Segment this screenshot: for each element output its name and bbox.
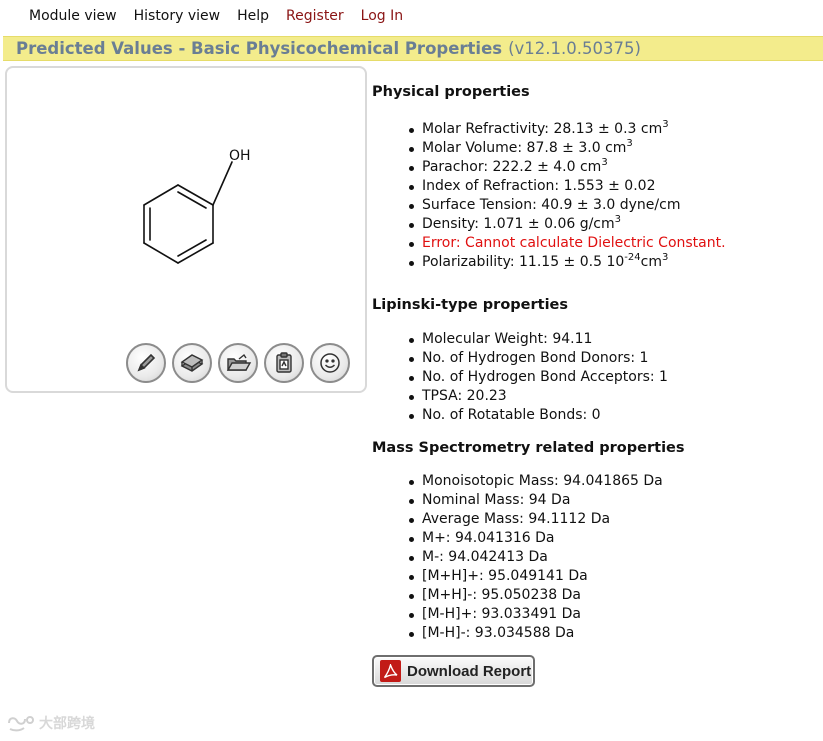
library-button[interactable] xyxy=(172,343,212,383)
download-report-label: Download Report xyxy=(407,662,532,680)
property-item: No. of Rotatable Bonds: 0 xyxy=(372,406,817,425)
nav-log-in[interactable]: Log In xyxy=(361,8,403,24)
property-item: Molecular Weight: 94.11 xyxy=(372,330,817,349)
section-title-lipinski: Lipinski-type properties xyxy=(372,297,569,313)
watermark-text: 大部跨境 xyxy=(39,716,95,732)
open-file-button[interactable] xyxy=(218,343,258,383)
property-text: Molar Refractivity: 28.13 ± 0.3 cm xyxy=(422,121,663,137)
page-title: Predicted Values - Basic Physicochemical… xyxy=(16,39,503,58)
property-item: Average Mass: 94.1112 Da xyxy=(372,510,817,529)
property-item: TPSA: 20.23 xyxy=(372,387,817,406)
edit-structure-button[interactable] xyxy=(126,343,166,383)
property-item: [M-H]-: 93.034588 Da xyxy=(372,624,817,643)
open-folder-icon xyxy=(226,353,252,371)
physical-properties-list: Molar Refractivity: 28.13 ± 0.3 cm3 Molar… xyxy=(372,120,817,272)
property-item: [M-H]+: 93.033491 Da xyxy=(372,605,817,624)
structure-toolbar xyxy=(126,343,350,383)
property-superscript: 3 xyxy=(601,157,608,168)
property-item: Density: 1.071 ± 0.06 g/cm3 xyxy=(372,215,817,234)
property-superscript: 3 xyxy=(626,138,633,149)
paste-structure-button[interactable] xyxy=(264,343,304,383)
property-item: Index of Refraction: 1.553 ± 0.02 xyxy=(372,177,817,196)
oh-label: OH xyxy=(229,148,251,164)
property-text: Parachor: 222.2 ± 4.0 cm xyxy=(422,159,602,175)
property-text: Polarizability: 11.15 ± 0.5 10 xyxy=(422,254,625,270)
download-report-button[interactable]: Download Report xyxy=(372,655,535,687)
property-item: Nominal Mass: 94 Da xyxy=(372,491,817,510)
feedback-button[interactable] xyxy=(310,343,350,383)
property-text: Density: 1.071 ± 0.06 g/cm xyxy=(422,216,615,232)
clipboard-icon xyxy=(276,352,292,373)
pencil-icon xyxy=(137,353,156,372)
nav-register[interactable]: Register xyxy=(286,8,344,24)
property-item: Molar Volume: 87.8 ± 3.0 cm3 xyxy=(372,139,817,158)
section-title-mass: Mass Spectrometry related properties xyxy=(372,440,685,456)
property-item: [M+H]-: 95.050238 Da xyxy=(372,586,817,605)
property-item: Surface Tension: 40.9 ± 3.0 dyne/cm xyxy=(372,196,817,215)
property-item: Parachor: 222.2 ± 4.0 cm3 xyxy=(372,158,817,177)
pdf-icon xyxy=(380,660,401,682)
nav-help[interactable]: Help xyxy=(237,8,269,24)
property-superscript: -24 xyxy=(624,252,641,263)
property-item: Molar Refractivity: 28.13 ± 0.3 cm3 xyxy=(372,120,817,139)
version-label: (v12.1.0.50375) xyxy=(508,39,641,58)
property-item: No. of Hydrogen Bond Acceptors: 1 xyxy=(372,368,817,387)
property-text: Surface Tension: 40.9 ± 3.0 dyne/cm xyxy=(422,197,681,213)
property-item: M-: 94.042413 Da xyxy=(372,548,817,567)
property-superscript: 3 xyxy=(662,119,669,130)
property-item: Polarizability: 11.15 ± 0.5 10-24cm3 xyxy=(372,253,817,272)
lipinski-properties-list: Molecular Weight: 94.11 No. of Hydrogen B… xyxy=(372,330,817,425)
structure-panel: OH xyxy=(5,66,367,393)
property-item: M+: 94.041316 Da xyxy=(372,529,817,548)
property-text: Error: Cannot calculate Dielectric Const… xyxy=(422,235,726,251)
property-text: Index of Refraction: 1.553 ± 0.02 xyxy=(422,178,656,194)
property-unit-superscript: 3 xyxy=(661,252,669,263)
section-title-physical: Physical properties xyxy=(372,84,530,100)
nav-module-view[interactable]: Module view xyxy=(29,8,117,24)
page-title-bar: Predicted Values - Basic Physicochemical… xyxy=(3,36,823,61)
top-nav: Module view History view Help Register L… xyxy=(0,0,823,32)
watermark: 大部跨境 xyxy=(6,713,95,733)
property-item: Error: Cannot calculate Dielectric Const… xyxy=(372,234,817,253)
property-item: Monoisotopic Mass: 94.041865 Da xyxy=(372,472,817,491)
mass-properties-list: Monoisotopic Mass: 94.041865 Da Nominal M… xyxy=(372,472,817,643)
property-unit: cm xyxy=(640,254,662,270)
property-item: No. of Hydrogen Bond Donors: 1 xyxy=(372,349,817,368)
property-text: Molar Volume: 87.8 ± 3.0 cm xyxy=(422,140,627,156)
watermark-logo-icon xyxy=(8,716,34,732)
nav-history-view[interactable]: History view xyxy=(134,8,221,24)
book-icon xyxy=(180,354,204,372)
smiley-icon xyxy=(320,353,340,373)
property-superscript: 3 xyxy=(614,214,622,225)
property-item: [M+H]+: 95.049141 Da xyxy=(372,567,817,586)
